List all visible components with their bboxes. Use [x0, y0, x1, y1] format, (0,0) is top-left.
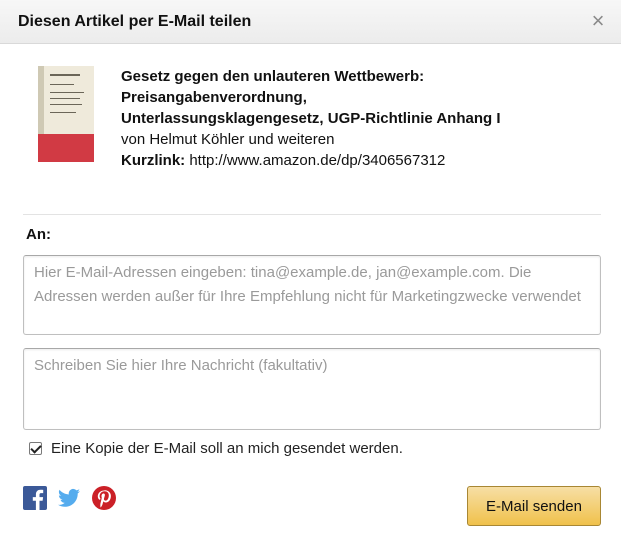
book-cover-text-line [50, 84, 74, 85]
book-cover-image [38, 66, 94, 162]
kurzlink-label: Kurzlink: [121, 152, 186, 169]
book-cover-text-line [50, 92, 84, 93]
book-cover-text-line [50, 104, 82, 105]
dialog-header: Diesen Artikel per E-Mail teilen × [0, 0, 621, 44]
close-icon[interactable]: × [587, 9, 609, 33]
twitter-icon[interactable] [57, 486, 81, 510]
copy-to-self-checkbox[interactable] [29, 441, 42, 455]
book-cover-text-line [50, 112, 76, 113]
kurzlink-url: http://www.amazon.de/dp/3406567312 [189, 152, 446, 169]
copy-to-self-row[interactable]: Eine Kopie der E-Mail soll an mich gesen… [29, 439, 403, 457]
product-info: Gesetz gegen den unlauteren Wettbewerb: … [121, 66, 601, 171]
recipients-email-input[interactable] [23, 255, 601, 335]
product-title-line-3: Unterlassungsklagengesetz, UGP-Richtlini… [121, 110, 501, 127]
product-author: von Helmut Köhler und weiteren [121, 131, 335, 148]
divider [23, 214, 601, 215]
recipients-label: An: [26, 226, 51, 243]
copy-to-self-label[interactable]: Eine Kopie der E-Mail soll an mich gesen… [51, 440, 403, 457]
book-cover-band [38, 134, 94, 162]
share-dialog: Diesen Artikel per E-Mail teilen × Geset… [0, 0, 621, 544]
facebook-icon[interactable] [23, 486, 47, 510]
pinterest-icon[interactable] [92, 486, 116, 510]
message-input[interactable] [23, 348, 601, 430]
book-cover-text-line [50, 74, 80, 76]
send-email-button[interactable]: E-Mail senden [467, 486, 601, 526]
kurzlink-row: Kurzlink: http://www.amazon.de/dp/340656… [121, 150, 601, 171]
product-title-line-2: Preisangabenverordnung, [121, 89, 307, 106]
book-cover-text-line [50, 98, 80, 99]
product-title-line-1: Gesetz gegen den unlauteren Wettbewerb: [121, 68, 425, 85]
dialog-title: Diesen Artikel per E-Mail teilen [18, 13, 252, 30]
